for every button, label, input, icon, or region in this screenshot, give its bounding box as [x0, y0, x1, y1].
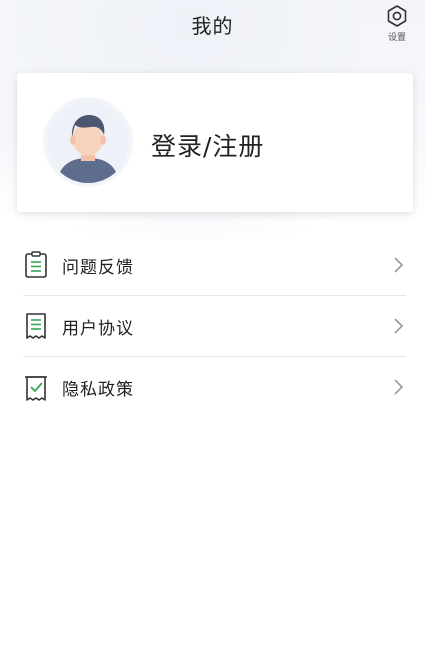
settings-button[interactable]: 设置 [383, 4, 411, 44]
top-bar: 我的 设置 [0, 0, 425, 50]
profile-card[interactable]: 登录/注册 [17, 73, 413, 212]
default-avatar-icon [47, 101, 129, 183]
settings-label: 设置 [387, 33, 406, 43]
checklist-icon [24, 374, 48, 402]
chevron-right-icon [392, 377, 404, 397]
login-register-link[interactable]: 登录/注册 [151, 127, 264, 163]
chevron-right-icon [392, 255, 404, 275]
chevron-right-icon [392, 316, 404, 336]
menu-item-feedback[interactable]: 问题反馈 [23, 235, 406, 296]
avatar[interactable] [47, 101, 129, 183]
settings-menu: 问题反馈 用户协议 隐私政策 [23, 235, 406, 418]
menu-item-label: 用户协议 [62, 318, 134, 339]
document-icon [24, 312, 48, 340]
clipboard-icon [24, 251, 48, 279]
menu-item-user-agreement[interactable]: 用户协议 [23, 296, 406, 357]
menu-item-privacy-policy[interactable]: 隐私政策 [23, 357, 406, 418]
settings-icon [387, 5, 407, 27]
menu-item-label: 隐私政策 [62, 380, 134, 400]
page-title: 我的 [191, 14, 234, 38]
my-page-screen: 我的 设置 登录/注册 问题反馈 用户协议 隐私政策 [0, 0, 425, 666]
menu-item-label: 问题反馈 [62, 257, 134, 278]
